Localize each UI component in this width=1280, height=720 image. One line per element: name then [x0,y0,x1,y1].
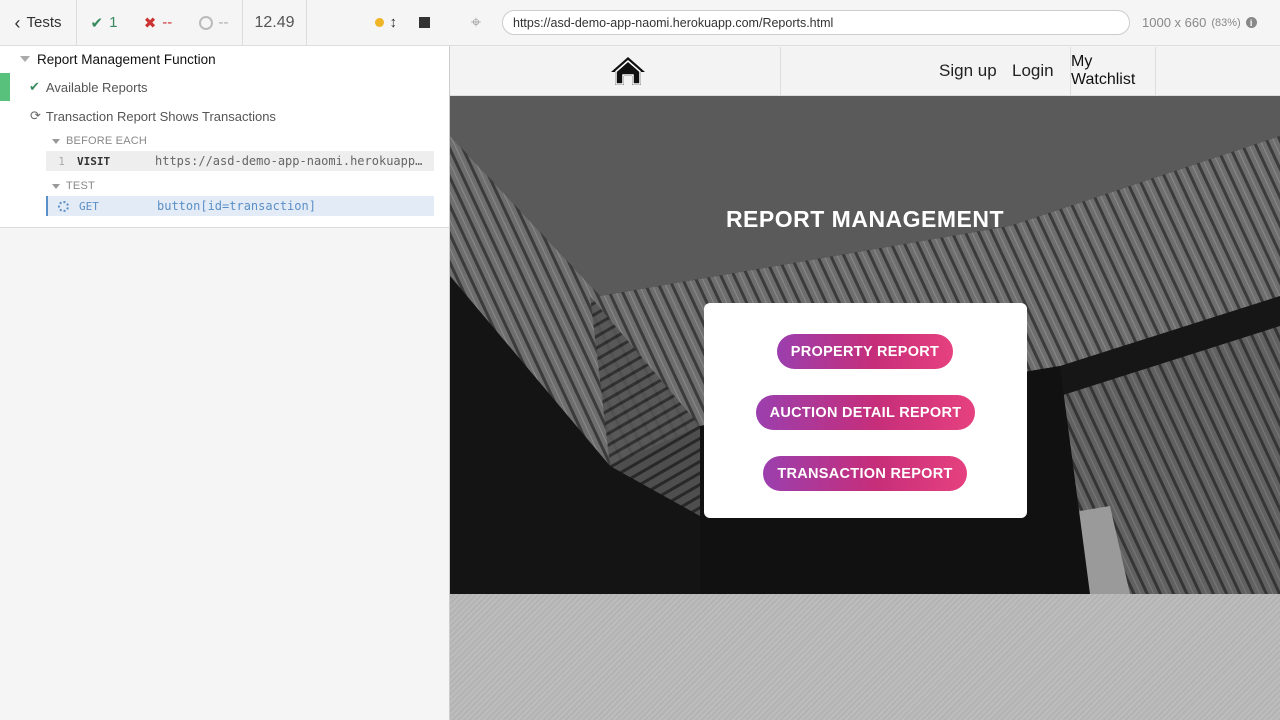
auto-scroll-toggle[interactable]: ↕ [374,14,398,31]
info-icon[interactable]: i [1245,17,1257,28]
caret-down-icon [52,138,60,144]
zoom-level: (83%) [1211,16,1241,29]
command-name: VISIT [77,154,111,168]
pending-stat: -- [185,0,243,45]
command-name: GET [79,199,99,213]
check-icon: ✔ [29,79,40,94]
status-dot-icon [374,18,384,27]
refresh-icon: ⟳ [30,108,41,123]
url-text: https://asd-demo-app-naomi.herokuapp.com… [513,15,834,30]
home-icon [610,57,645,85]
crosshair-icon: ⌖ [470,12,482,32]
caret-down-icon [20,56,30,62]
page-title: REPORT MANAGEMENT [725,206,1005,232]
hook-label: BEFORE EACH [66,135,148,147]
caret-down-icon [52,183,60,189]
pass-indicator-bar [0,73,10,101]
viewport-size: 1000 x 660 [1142,15,1207,30]
passed-count: 1 [109,14,118,31]
watchlist-link[interactable]: My Watchlist [1070,47,1156,95]
test-item-running[interactable]: ⟳ Transaction Report Shows Transactions [30,103,276,129]
report-buttons-card: PROPERTY REPORT AUCTION DETAIL REPORT TR… [704,303,1027,518]
url-bar[interactable]: https://asd-demo-app-naomi.herokuapp.com… [502,10,1130,35]
duration-value: 12.49 [254,13,295,31]
test-item-passed[interactable]: ✔ Available Reports [0,73,449,101]
transaction-report-button[interactable]: TRANSACTION REPORT [763,456,967,491]
hook-test[interactable]: TEST [52,180,95,192]
command-message: https://asd-demo-app-naomi.herokuapp.com… [155,154,434,168]
hook-before-each[interactable]: BEFORE EACH [52,135,147,147]
hero-section: REPORT MANAGEMENT PROPERTY REPORT AUCTIO… [450,96,1280,594]
suite-title: Report Management Function [37,51,216,67]
loading-spinner-icon [58,200,69,212]
stop-button[interactable] [419,17,430,28]
app-navbar: Sign up Login My Watchlist [450,47,1280,96]
selector-playground-button[interactable]: ⌖ [450,12,502,33]
suite-item[interactable]: Report Management Function [20,46,216,72]
tests-back-button[interactable]: ‹ Tests [0,0,77,45]
hook-label: TEST [66,180,95,192]
test-reporter-panel: ‹ Tests ✔ 1 ✖ -- -- 12.49 ↕ Report Manag… [0,0,450,720]
command-row[interactable]: 1 VISIT https://asd-demo-app-naomi.herok… [46,151,434,171]
test-title: Available Reports [45,79,148,95]
pending-circle-icon [198,15,213,30]
reporter-stats-bar: ‹ Tests ✔ 1 ✖ -- -- 12.49 ↕ [0,0,450,46]
app-under-test-frame: Sign up Login My Watchlist REPORT MANAGE… [450,47,1280,720]
reporter-controls: ↕ [307,0,450,45]
auction-detail-report-button[interactable]: AUCTION DETAIL REPORT [756,395,975,430]
aut-header: ⌖ https://asd-demo-app-naomi.herokuapp.c… [450,0,1280,46]
signup-link[interactable]: Sign up [939,61,997,81]
command-row-active[interactable]: GET button[id=transaction] [46,196,434,216]
command-message: button[id=transaction] [157,199,316,213]
chevron-left-icon: ‹ [14,12,21,33]
viewport-info: 1000 x 660 (83%) i [1142,15,1257,30]
command-number: 1 [58,154,65,168]
home-link[interactable] [450,47,781,95]
runnables-list: Report Management Function ✔ Available R… [0,46,449,228]
login-link[interactable]: Login [1012,61,1054,81]
failed-stat: ✖ -- [131,0,185,45]
check-icon: ✔ [90,14,104,32]
page-background-area [450,594,1280,720]
property-report-button[interactable]: PROPERTY REPORT [777,334,953,369]
scroll-arrows-icon: ↕ [389,14,398,31]
failed-count: -- [162,14,173,31]
pending-count: -- [218,14,229,31]
test-title: Transaction Report Shows Transactions [45,108,276,124]
watchlist-label: My Watchlist [1071,53,1136,88]
tests-label: Tests [26,14,62,31]
passed-stat: ✔ 1 [77,0,131,45]
cross-icon: ✖ [143,14,157,32]
duration-stat: 12.49 [243,0,307,45]
